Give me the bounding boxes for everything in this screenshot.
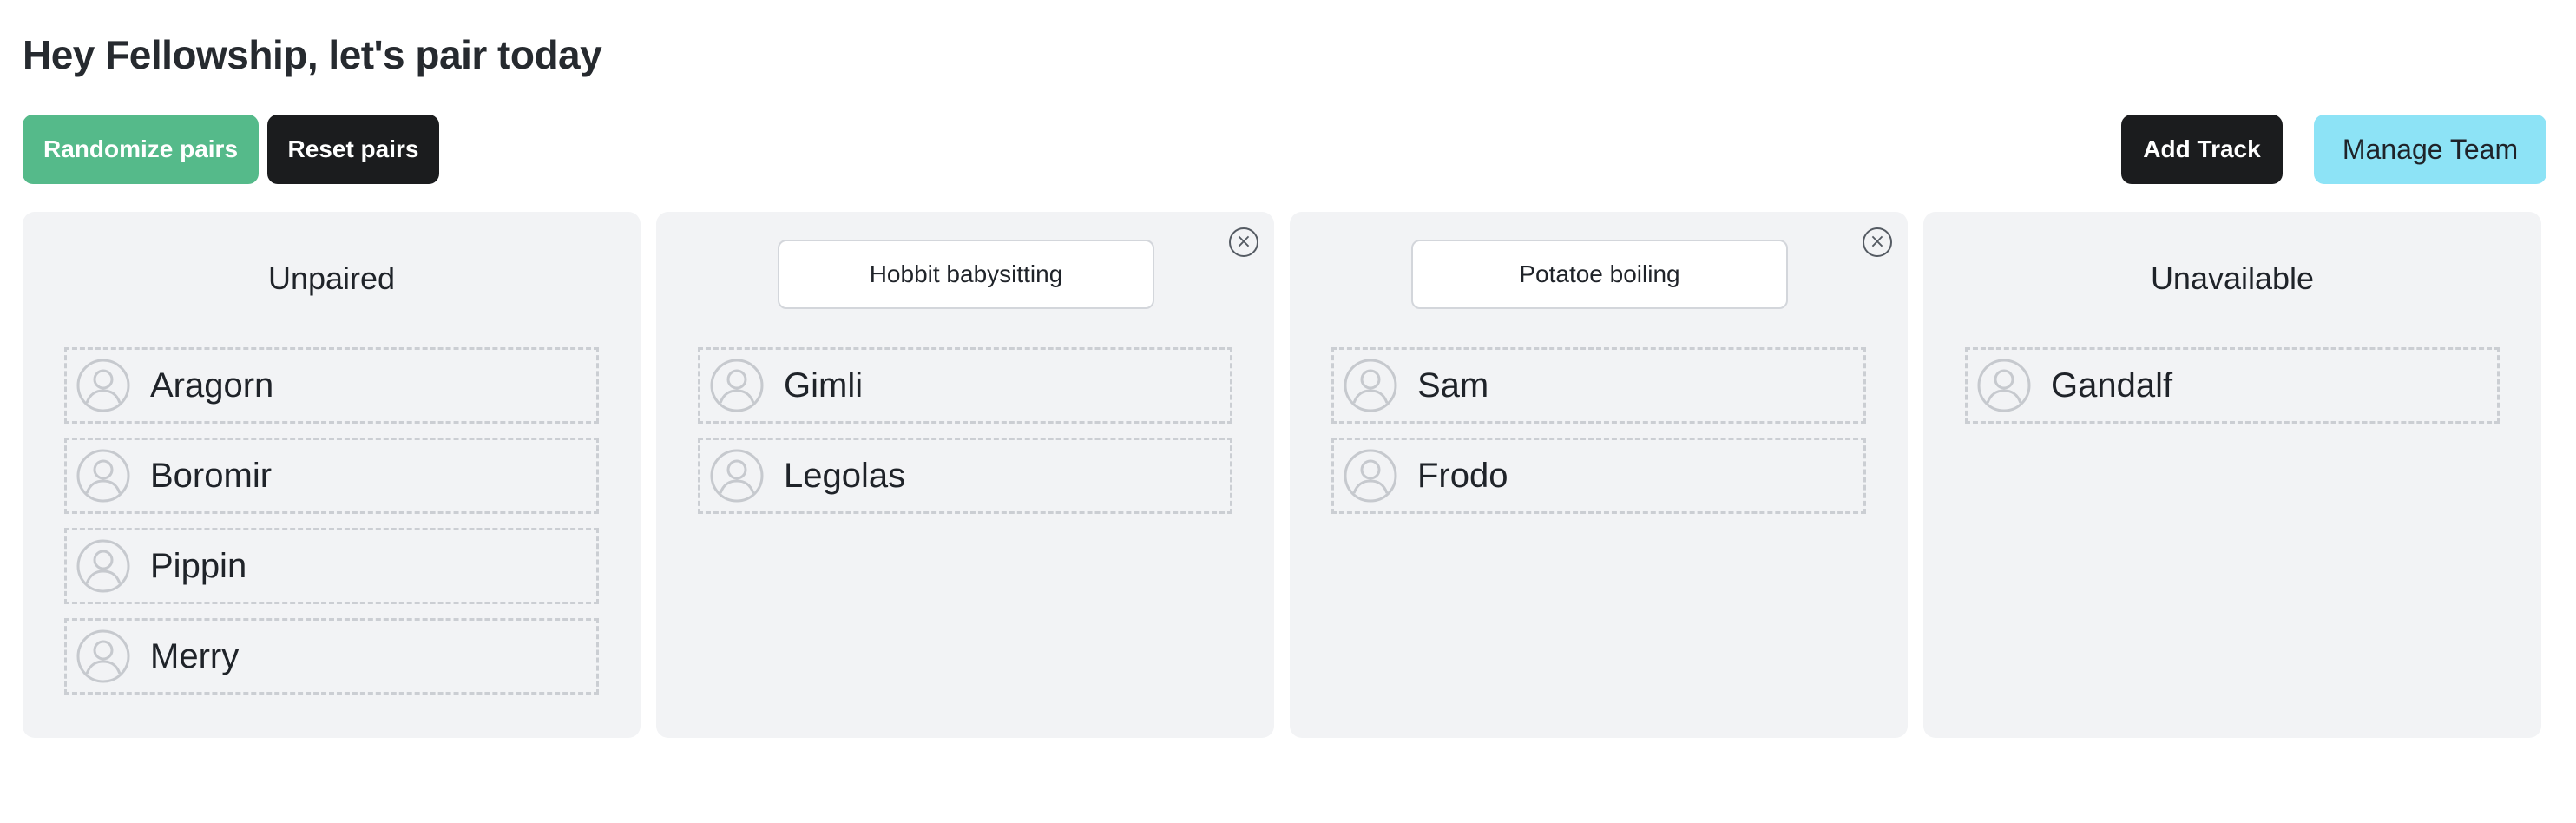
person-card[interactable]: Legolas xyxy=(698,438,1232,514)
track-column: × Gimli Legolas xyxy=(656,212,1274,738)
person-name: Aragorn xyxy=(150,366,274,405)
user-avatar-icon xyxy=(76,359,130,412)
person-card[interactable]: Gandalf xyxy=(1965,347,2500,424)
track-name-input[interactable] xyxy=(778,240,1154,309)
person-name: Legolas xyxy=(784,457,906,495)
close-track-icon[interactable]: × xyxy=(1229,227,1258,257)
track-column: × Sam Frodo xyxy=(1290,212,1908,738)
add-track-button[interactable]: Add Track xyxy=(2121,115,2283,184)
people-list: Sam Frodo xyxy=(1331,347,1866,528)
track-name-input[interactable] xyxy=(1411,240,1788,309)
person-card[interactable]: Sam xyxy=(1331,347,1866,424)
person-name: Gandalf xyxy=(2051,366,2173,405)
person-name: Boromir xyxy=(150,457,273,495)
person-card[interactable]: Pippin xyxy=(64,528,599,604)
toolbar: Randomize pairs Reset pairs Add Track Ma… xyxy=(23,115,2546,184)
randomize-pairs-button[interactable]: Randomize pairs xyxy=(23,115,259,184)
person-card[interactable]: Frodo xyxy=(1331,438,1866,514)
person-card[interactable]: Merry xyxy=(64,618,599,695)
column-unpaired: Unpaired Aragorn Boromir Pippin Merry xyxy=(23,212,641,738)
people-list: Aragorn Boromir Pippin Merry xyxy=(64,347,599,708)
close-track-icon[interactable]: × xyxy=(1863,227,1892,257)
user-avatar-icon xyxy=(1344,359,1397,412)
person-name: Sam xyxy=(1417,366,1489,405)
column-heading: Unavailable xyxy=(2150,260,2315,296)
user-avatar-icon xyxy=(76,629,130,683)
people-list: Gandalf xyxy=(1965,347,2500,438)
column-unavailable: Unavailable Gandalf xyxy=(1923,212,2541,738)
page-title: Hey Fellowship, let's pair today xyxy=(23,32,602,77)
pairing-board: Unpaired Aragorn Boromir Pippin Merry Ho… xyxy=(23,212,2543,738)
people-list: Gimli Legolas xyxy=(698,347,1232,528)
person-name: Merry xyxy=(150,637,240,675)
person-name: Pippin xyxy=(150,547,247,585)
person-name: Frodo xyxy=(1417,457,1508,495)
user-avatar-icon xyxy=(710,359,764,412)
person-name: Gimli xyxy=(784,366,864,405)
reset-pairs-button[interactable]: Reset pairs xyxy=(267,115,439,184)
person-card[interactable]: Aragorn xyxy=(64,347,599,424)
manage-team-button[interactable]: Manage Team xyxy=(2314,115,2546,184)
person-card[interactable]: Boromir xyxy=(64,438,599,514)
user-avatar-icon xyxy=(1344,449,1397,503)
column-heading: Unpaired xyxy=(267,260,396,296)
user-avatar-icon xyxy=(76,539,130,593)
user-avatar-icon xyxy=(76,449,130,503)
user-avatar-icon xyxy=(710,449,764,503)
person-card[interactable]: Gimli xyxy=(698,347,1232,424)
user-avatar-icon xyxy=(1977,359,2031,412)
